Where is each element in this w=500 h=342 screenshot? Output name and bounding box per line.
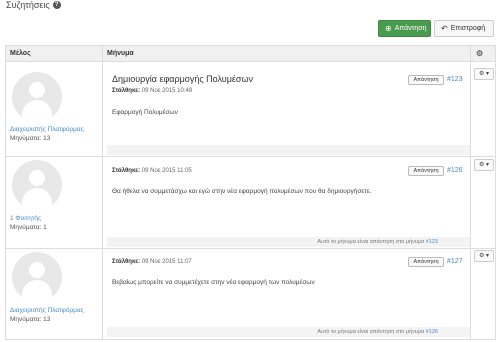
- post-title: Δημιουργία εφαρμογής Πολυμέσων: [112, 74, 253, 84]
- reply-button-label: Απάντηση: [394, 25, 427, 32]
- post-number[interactable]: #126: [447, 167, 463, 174]
- post-footer: Αυτό το μήνυμα είναι απάντηση στο μήνυμα…: [107, 327, 470, 337]
- post-body: Εφαρμογή Πολυμέσων: [112, 109, 178, 116]
- post-body: Θα ήθελα να συμμετάσχω και εγώ στην νέα …: [112, 188, 372, 195]
- in-reply-link[interactable]: #123: [426, 239, 438, 245]
- in-reply-to: Αυτό το μήνυμα είναι απάντηση στο μήνυμα…: [317, 239, 438, 245]
- post-number[interactable]: #127: [447, 258, 463, 265]
- post-footer: [107, 145, 470, 155]
- member-name[interactable]: Διαχειριστής Πλατφόρμας: [10, 307, 84, 314]
- user-placeholder-icon: [12, 252, 62, 302]
- post-sent-date: Στάλθηκε: 09 Νοε 2015 11:07: [112, 259, 192, 265]
- in-reply-link[interactable]: #126: [426, 329, 438, 335]
- post-options-button[interactable]: ⚙ ▾: [474, 68, 494, 80]
- page-title: Συζητήσεις ?: [6, 0, 61, 10]
- member-post-count: Μηνύματα: 1: [10, 224, 47, 231]
- sent-date: 09 Νοε 2015 10:48: [141, 88, 193, 94]
- back-button[interactable]: ↶ Επιστροφή: [434, 20, 494, 37]
- in-reply-text: Αυτό το μήνυμα είναι απάντηση στο μήνυμα: [317, 329, 425, 335]
- user-placeholder-icon: [12, 72, 62, 122]
- post-sent-date: Στάλθηκε: 09 Νοε 2015 10:48: [112, 88, 192, 94]
- sent-date: 09 Νοε 2015 11:05: [141, 168, 192, 174]
- post-options-button[interactable]: ⚙ ▾: [474, 250, 494, 262]
- table-header: Μέλος Μήνυμα ⚙: [6, 46, 495, 62]
- member-name[interactable]: 1 Φοιτητής: [10, 215, 41, 222]
- post-row: Διαχειριστής Πλατφόρμας Μηνύματα: 13 Στά…: [6, 249, 495, 339]
- plus-circle-icon: ⊕: [385, 24, 392, 33]
- post-row: 1 Φοιτητής Μηνύματα: 1 Στάλθηκε: 09 Νοε …: [6, 157, 495, 249]
- sent-date: 09 Νοε 2015 11:07: [141, 259, 192, 265]
- post-footer: Αυτό το μήνυμα είναι απάντηση στο μήνυμα…: [107, 237, 470, 247]
- in-reply-text: Αυτό το μήνυμα είναι απάντηση στο μήνυμα: [317, 239, 425, 245]
- post-body: Βεβαίως μπορείτε να συμμετέχετε στην νέα…: [112, 279, 315, 286]
- post-options-button[interactable]: ⚙ ▾: [474, 159, 494, 171]
- column-header-member: Μέλος: [10, 50, 31, 57]
- sent-label: Στάλθηκε:: [112, 259, 141, 265]
- back-button-label: Επιστροφή: [450, 25, 486, 32]
- help-icon[interactable]: ?: [52, 1, 61, 9]
- post-sent-date: Στάλθηκε: 09 Νοε 2015 11:05: [112, 168, 192, 174]
- user-placeholder-icon: [12, 160, 62, 210]
- post-reply-button[interactable]: Απάντηση: [408, 75, 444, 85]
- post-reply-button[interactable]: Απάντηση: [408, 257, 444, 267]
- post-row: Διαχειριστής Πλατφόρμας Μηνύματα: 13 Δημ…: [6, 63, 495, 157]
- gears-icon: ⚙: [476, 49, 484, 58]
- sent-label: Στάλθηκε:: [112, 88, 141, 94]
- in-reply-to: Αυτό το μήνυμα είναι απάντηση στο μήνυμα…: [317, 329, 438, 335]
- sent-label: Στάλθηκε:: [112, 168, 141, 174]
- reply-arrow-icon: ↶: [441, 24, 448, 33]
- post-number[interactable]: #123: [447, 76, 463, 83]
- member-name[interactable]: Διαχειριστής Πλατφόρμας: [10, 126, 84, 133]
- member-post-count: Μηνύματα: 13: [10, 316, 51, 323]
- member-post-count: Μηνύματα: 13: [10, 135, 51, 142]
- posts-table: Μέλος Μήνυμα ⚙ Διαχειριστής Πλατφόρμας Μ…: [5, 45, 496, 340]
- column-header-message: Μήνυμα: [107, 50, 134, 57]
- page-title-text: Συζητήσεις: [6, 0, 50, 10]
- post-reply-button[interactable]: Απάντηση: [408, 166, 444, 176]
- reply-button[interactable]: ⊕ Απάντηση: [378, 20, 431, 37]
